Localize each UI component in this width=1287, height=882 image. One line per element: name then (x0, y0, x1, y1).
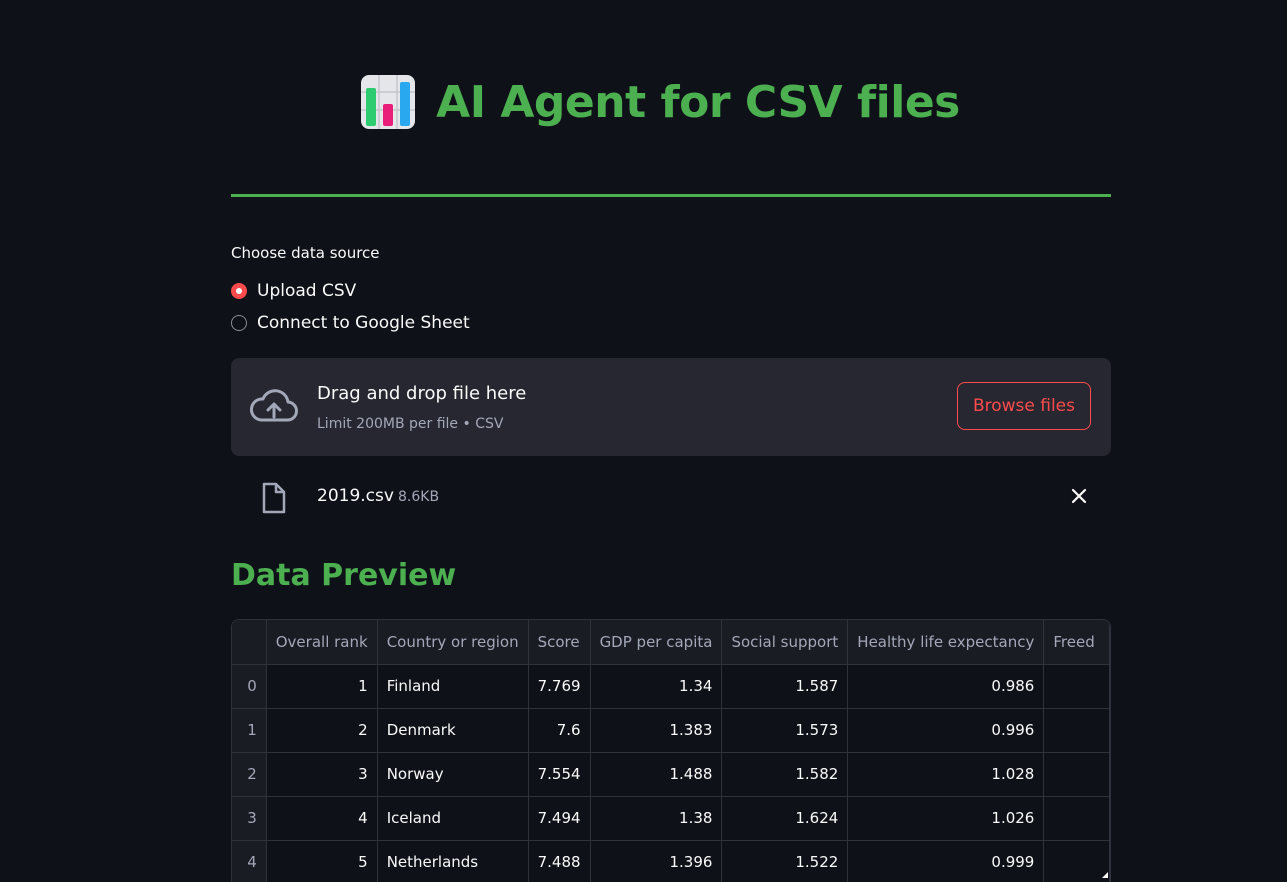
table-cell[interactable] (1043, 708, 1110, 753)
radio-button-unselected[interactable] (231, 315, 247, 331)
column-header[interactable]: Freed (1043, 620, 1110, 665)
uploaded-file-name: 2019.csv (317, 486, 394, 506)
row-index: 2 (232, 752, 267, 797)
table-resize-handle[interactable] (1102, 872, 1108, 878)
table-cell[interactable] (1043, 664, 1110, 709)
table-cell[interactable]: Iceland (377, 796, 529, 841)
radio-upload-csv[interactable]: Upload CSV (231, 281, 356, 301)
table-cell[interactable]: 7.6 (528, 708, 591, 753)
table-cell[interactable]: Denmark (377, 708, 529, 753)
table-cell[interactable]: 3 (266, 752, 378, 797)
table-cell[interactable]: 2 (266, 708, 378, 753)
page-header: AI Agent for CSV files (231, 66, 1111, 138)
table-cell[interactable]: 1.488 (590, 752, 723, 797)
table-cell[interactable] (1043, 840, 1110, 882)
radio-google-sheet-label: Connect to Google Sheet (257, 313, 470, 333)
row-index: 0 (232, 664, 267, 709)
page-title: AI Agent for CSV files (436, 76, 960, 128)
dropzone-title: Drag and drop file here (317, 383, 527, 404)
table-cell[interactable]: 0.986 (847, 664, 1045, 709)
table-cell[interactable]: 7.494 (528, 796, 591, 841)
column-header[interactable]: Healthy life expectancy (847, 620, 1045, 665)
table-cell[interactable]: 1.582 (721, 752, 849, 797)
table-cell[interactable]: 1.028 (847, 752, 1045, 797)
radio-button-selected[interactable] (231, 283, 247, 299)
column-header[interactable]: Score (528, 620, 591, 665)
data-preview-title: Data Preview (231, 558, 457, 593)
table-cell[interactable]: Norway (377, 752, 529, 797)
header-divider (231, 194, 1111, 197)
table-cell[interactable]: 1.396 (590, 840, 723, 882)
table-cell[interactable] (1043, 752, 1110, 797)
table-cell[interactable]: 1.026 (847, 796, 1045, 841)
row-index: 1 (232, 708, 267, 753)
cloud-upload-icon (249, 389, 298, 422)
table-header-row: Overall rank Country or region Score GDP… (232, 620, 1110, 665)
table-cell[interactable]: 1.383 (590, 708, 723, 753)
browse-files-button[interactable]: Browse files (956, 382, 1091, 430)
row-index: 4 (232, 840, 267, 882)
column-header[interactable]: Social support (721, 620, 849, 665)
table-cell[interactable]: 1.573 (721, 708, 849, 753)
column-header-index (232, 620, 267, 665)
table-row: 3 4 Iceland 7.494 1.38 1.624 1.026 (232, 796, 1110, 841)
data-preview-table[interactable]: Overall rank Country or region Score GDP… (231, 619, 1111, 882)
table-cell[interactable]: 5 (266, 840, 378, 882)
table-row: 4 5 Netherlands 7.488 1.396 1.522 0.999 (232, 840, 1110, 882)
table-row: 0 1 Finland 7.769 1.34 1.587 0.986 (232, 664, 1110, 709)
table-cell[interactable]: 1.38 (590, 796, 723, 841)
radio-upload-csv-label: Upload CSV (257, 281, 357, 301)
column-header[interactable]: Country or region (377, 620, 529, 665)
table-row: 1 2 Denmark 7.6 1.383 1.573 0.996 (232, 708, 1110, 753)
file-dropzone[interactable]: Drag and drop file here Limit 200MB per … (231, 358, 1111, 456)
table-cell[interactable]: 0.999 (847, 840, 1045, 882)
data-source-label: Choose data source (231, 244, 380, 262)
table-cell[interactable]: 7.554 (528, 752, 591, 797)
column-header[interactable]: Overall rank (266, 620, 378, 665)
table-cell[interactable]: Netherlands (377, 840, 529, 882)
table-cell[interactable]: Finland (377, 664, 529, 709)
radio-google-sheet[interactable]: Connect to Google Sheet (231, 313, 470, 333)
table-cell[interactable]: 4 (266, 796, 378, 841)
table-row: 2 3 Norway 7.554 1.488 1.582 1.028 (232, 752, 1110, 797)
column-header[interactable]: GDP per capita (590, 620, 723, 665)
dropzone-limit-text: Limit 200MB per file • CSV (317, 416, 504, 432)
table-cell[interactable] (1043, 796, 1110, 841)
table-cell[interactable]: 1.624 (721, 796, 849, 841)
uploaded-file-row: 2019.csv 8.6KB (231, 472, 1111, 520)
row-index: 3 (232, 796, 267, 841)
table-cell[interactable]: 1 (266, 664, 378, 709)
table-cell[interactable]: 1.522 (721, 840, 849, 882)
bar-chart-icon (361, 75, 416, 129)
file-icon (262, 482, 286, 514)
close-icon[interactable] (1069, 486, 1089, 506)
table-cell[interactable]: 7.769 (528, 664, 591, 709)
table-cell[interactable]: 1.34 (590, 664, 723, 709)
uploaded-file-size: 8.6KB (398, 489, 440, 505)
table-cell[interactable]: 1.587 (721, 664, 849, 709)
table-cell[interactable]: 0.996 (847, 708, 1045, 753)
table-cell[interactable]: 7.488 (528, 840, 591, 882)
